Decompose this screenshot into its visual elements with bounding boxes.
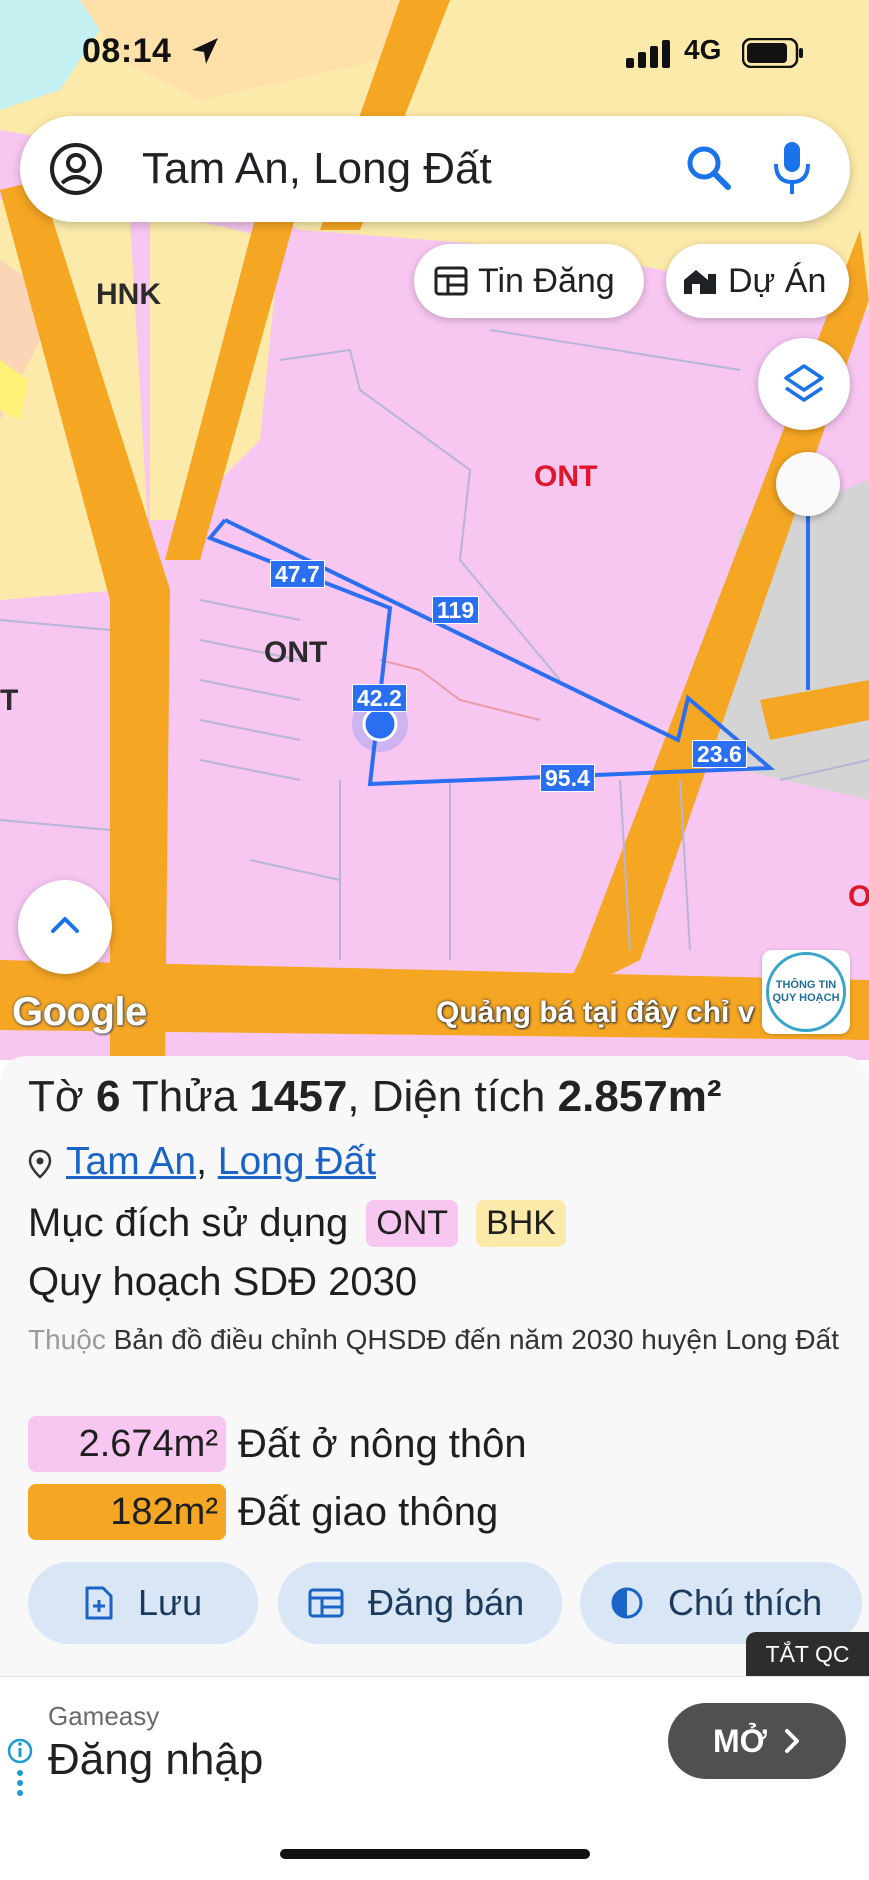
district-link[interactable]: Long Đất	[218, 1140, 376, 1183]
area-value: 2.674m²	[28, 1416, 226, 1472]
dimension-label: 23.6	[692, 740, 747, 768]
home-indicator[interactable]	[280, 1849, 590, 1859]
current-location-dot	[362, 706, 398, 742]
location-arrow-icon	[192, 38, 218, 64]
save-label: Lưu	[138, 1582, 203, 1623]
area-type: Đất giao thông	[238, 1489, 499, 1534]
purpose-chip-bhk: BHK	[476, 1200, 566, 1247]
badge-line-2: QUY HOẠCH	[772, 992, 840, 1004]
land-use-purpose: Mục đích sử dụng ONT BHK	[28, 1200, 566, 1247]
chevron-up-icon	[51, 917, 79, 933]
zone-label-ont: ONT	[534, 460, 598, 493]
ad-brand: Gameasy	[48, 1701, 160, 1731]
calendar-list-icon	[308, 1588, 344, 1618]
post-sale-label: Đăng bán	[368, 1582, 525, 1623]
account-icon[interactable]	[48, 141, 104, 197]
news-button-label: Tin Đăng	[478, 261, 615, 300]
legend-label: Chú thích	[668, 1582, 823, 1623]
status-time: 08:14	[82, 32, 172, 70]
zone-label-t: T	[0, 684, 19, 717]
google-logo: Google	[12, 990, 147, 1034]
dimension-label: 119	[432, 596, 480, 624]
planning-info-badge[interactable]: THÔNG TIN QUY HOẠCH	[762, 950, 850, 1034]
purpose-label: Mục đích sử dụng	[28, 1201, 349, 1245]
ad-open-button[interactable]: MỞ	[668, 1703, 846, 1779]
parcel-title: Tờ 6 Thửa 1457, Diện tích 2.857m²	[28, 1072, 722, 1122]
plot-label: Thửa	[131, 1072, 238, 1121]
network-type: 4G	[684, 34, 722, 65]
ward-link[interactable]: Tam An	[66, 1140, 196, 1183]
layers-button[interactable]	[758, 338, 850, 430]
location-pin-icon	[28, 1149, 52, 1179]
belongs-label: Thuộc	[28, 1324, 106, 1355]
buildings-icon	[684, 270, 716, 294]
save-button[interactable]: Lưu	[28, 1562, 258, 1644]
sheet-label: Tờ	[28, 1072, 84, 1121]
chevron-right-icon	[784, 1729, 799, 1753]
zone-label-hnk: HNK	[96, 278, 161, 311]
ad-banner[interactable]: Gameasy Đăng nhập MỞ	[0, 1676, 869, 1810]
planning-info-logo: THÔNG TIN QUY HOẠCH	[766, 952, 846, 1032]
search-input[interactable]: Tam An, Long Đất	[142, 144, 492, 194]
post-sale-button[interactable]: Đăng bán	[278, 1562, 562, 1644]
zone-label-o: O	[848, 880, 869, 913]
search-icon[interactable]	[684, 143, 734, 193]
belongs-text: Bản đồ điều chỉnh QHSDĐ đến năm 2030 huy…	[113, 1324, 839, 1355]
map-view[interactable]: HNK ONT ONT T O 47.7 119 42.2 23.6 95.4 …	[0, 0, 869, 1060]
news-button[interactable]: Tin Đăng	[414, 244, 644, 318]
battery-icon	[742, 38, 803, 68]
project-button-label: Dự Án	[728, 261, 827, 300]
parcel-address: Tam An, Long Đất	[28, 1140, 376, 1184]
expand-button[interactable]	[18, 880, 112, 974]
opacity-slider-knob[interactable]	[776, 452, 840, 516]
add-file-icon	[85, 1586, 113, 1620]
dimension-label: 42.2	[352, 684, 407, 712]
status-bar: 08:14 4G	[0, 28, 869, 78]
hide-ad-button[interactable]: TẮT QC	[746, 1632, 869, 1676]
dimension-label: 95.4	[540, 764, 595, 792]
calendar-list-icon	[434, 266, 468, 296]
dimension-label: 47.7	[270, 560, 325, 588]
sheet-number: 6	[95, 1072, 121, 1121]
purpose-chip-ont: ONT	[366, 1200, 459, 1247]
zone-label-ont-left: ONT	[264, 636, 328, 669]
mic-icon[interactable]	[772, 140, 812, 196]
ad-info-icon[interactable]	[6, 1737, 34, 1807]
plan-title: Quy hoạch SDĐ 2030	[28, 1260, 418, 1304]
plan-source: Thuộc Bản đồ điều chỉnh QHSDĐ đến năm 20…	[28, 1318, 848, 1362]
search-bar[interactable]: Tam An, Long Đất	[20, 116, 850, 222]
area-breakdown-row: 182m² Đất giao thông	[28, 1484, 498, 1540]
plot-number: 1457	[249, 1072, 348, 1121]
area-value: 182m²	[28, 1484, 226, 1540]
parcel-area: 2.857m²	[557, 1072, 722, 1121]
contrast-icon	[611, 1587, 643, 1619]
project-button[interactable]: Dự Án	[666, 244, 849, 318]
ad-open-label: MỞ	[713, 1722, 767, 1759]
badge-line-1: THÔNG TIN	[775, 979, 837, 991]
layers-icon	[784, 364, 824, 402]
area-breakdown-row: 2.674m² Đất ở nông thôn	[28, 1416, 527, 1472]
parcel-info-sheet: Tờ 6 Thửa 1457, Diện tích 2.857m² Tam An…	[0, 1056, 869, 1676]
promo-text[interactable]: Quảng bá tại đây chỉ v	[436, 996, 766, 1030]
ad-headline: Đăng nhập	[48, 1735, 264, 1784]
area-type: Đất ở nông thôn	[238, 1421, 527, 1466]
area-label: , Diện tích	[347, 1072, 546, 1121]
signal-icon	[626, 40, 670, 68]
